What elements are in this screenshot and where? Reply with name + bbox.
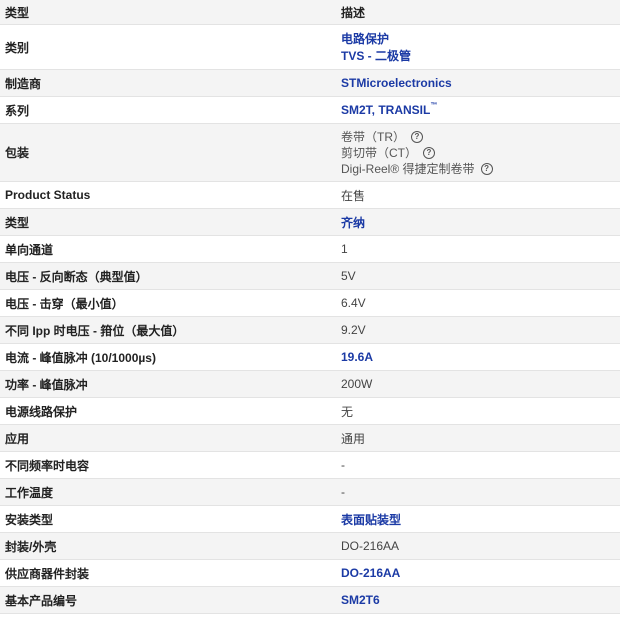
table-row: 电压 - 击穿（最小值） 6.4V — [0, 290, 620, 317]
table-row: 制造商 STMicroelectronics — [0, 69, 620, 97]
product-attributes-table: 类型 描述 类别 电路保护 TVS - 二极管 制造商 STMicroelect… — [0, 0, 620, 614]
peak-pulse-current-label: 电流 - 峰值脉冲 (10/1000µs) — [5, 350, 156, 365]
table-row: 供应商器件封装 DO-216AA — [0, 560, 620, 587]
category-link-circuit-protection[interactable]: 电路保护 — [341, 30, 620, 47]
product-status-label: Product Status — [5, 188, 91, 202]
application-label: 应用 — [5, 431, 30, 446]
operating-temp-value: - — [341, 485, 345, 499]
category-label: 类别 — [5, 40, 30, 55]
packaging-option-label: Digi-Reel® 得捷定制卷带 — [341, 162, 475, 176]
unidirectional-channels-value: 1 — [341, 242, 348, 256]
reverse-standoff-label: 电压 - 反向断态（典型值） — [5, 269, 148, 284]
table-row: 封装/外壳 DO-216AA — [0, 532, 620, 560]
capacitance-value: - — [341, 458, 345, 472]
operating-temp-label: 工作温度 — [5, 485, 54, 500]
breakdown-label: 电压 - 击穿（最小值） — [5, 296, 124, 311]
manufacturer-link[interactable]: STMicroelectronics — [341, 76, 452, 90]
supplier-package-link[interactable]: DO-216AA — [341, 566, 400, 580]
series-link[interactable]: SM2T, TRANSIL™ — [341, 102, 438, 117]
product-status-value: 在售 — [341, 188, 366, 203]
category-link-tvs-diodes[interactable]: TVS - 二极管 — [341, 47, 620, 64]
mounting-type-link[interactable]: 表面贴装型 — [341, 513, 401, 527]
peak-pulse-current-link[interactable]: 19.6A — [341, 350, 373, 364]
reverse-standoff-value: 5V — [341, 269, 356, 283]
table-row: 安装类型 表面贴装型 — [0, 506, 620, 533]
table-row: 不同频率时电容 - — [0, 452, 620, 479]
table-header-row: 类型 描述 — [0, 0, 620, 25]
packaging-option-label: 剪切带（CT） — [341, 146, 417, 160]
packaging-option-tr: 卷带（TR） ? — [341, 129, 620, 145]
breakdown-value: 6.4V — [341, 296, 366, 310]
table-row: Product Status 在售 — [0, 182, 620, 209]
package-case-value: DO-216AA — [341, 539, 400, 553]
supplier-package-label: 供应商器件封装 — [5, 566, 90, 581]
table-row: 不同 Ipp 时电压 - 箝位（最大值） 9.2V — [0, 316, 620, 344]
header-type: 类型 — [5, 5, 30, 20]
packaging-option-label: 卷带（TR） — [341, 130, 405, 144]
package-case-label: 封装/外壳 — [5, 539, 57, 554]
base-part-number-label: 基本产品编号 — [5, 593, 78, 608]
table-row: 工作温度 - — [0, 478, 620, 506]
table-row: 电压 - 反向断态（典型值） 5V — [0, 262, 620, 290]
clamping-label: 不同 Ipp 时电压 - 箝位（最大值） — [5, 323, 185, 338]
peak-pulse-power-value: 200W — [341, 377, 373, 391]
type-link[interactable]: 齐纳 — [341, 216, 365, 230]
header-description: 描述 — [341, 5, 366, 20]
clamping-value: 9.2V — [341, 323, 366, 337]
application-value: 通用 — [341, 431, 366, 446]
table-row: 功率 - 峰值脉冲 200W — [0, 370, 620, 398]
packaging-option-ct: 剪切带（CT） ? — [341, 145, 620, 161]
help-icon[interactable]: ? — [423, 146, 435, 159]
help-icon[interactable]: ? — [411, 130, 423, 143]
manufacturer-label: 制造商 — [5, 76, 42, 91]
mounting-type-label: 安装类型 — [5, 512, 54, 527]
capacitance-label: 不同频率时电容 — [5, 458, 90, 473]
table-row: 基本产品编号 SM2T6 — [0, 586, 620, 614]
table-row: 类型 齐纳 — [0, 208, 620, 236]
power-line-protection-label: 电源线路保护 — [5, 404, 78, 419]
packaging-label: 包装 — [5, 146, 30, 160]
table-row: 类别 电路保护 TVS - 二极管 — [0, 25, 620, 70]
table-row: 系列 SM2T, TRANSIL™ — [0, 97, 620, 124]
trademark-symbol: ™ — [430, 102, 438, 109]
series-label: 系列 — [5, 103, 30, 118]
table-row: 包装 卷带（TR） ? 剪切带（CT） ? Digi-Reel® 得捷定制卷带 … — [0, 123, 620, 182]
series-value: SM2T, TRANSIL — [341, 103, 431, 117]
help-icon[interactable]: ? — [480, 162, 493, 175]
table-row: 电流 - 峰值脉冲 (10/1000µs) 19.6A — [0, 344, 620, 371]
peak-pulse-power-label: 功率 - 峰值脉冲 — [5, 377, 88, 392]
type-label: 类型 — [5, 215, 30, 230]
power-line-protection-value: 无 — [341, 404, 354, 419]
table-row: 电源线路保护 无 — [0, 398, 620, 425]
unidirectional-channels-label: 单向通道 — [5, 242, 54, 257]
packaging-option-digireel: Digi-Reel® 得捷定制卷带 ? — [341, 161, 620, 177]
table-row: 应用 通用 — [0, 424, 620, 452]
base-part-number-link[interactable]: SM2T6 — [341, 593, 380, 607]
table-row: 单向通道 1 — [0, 236, 620, 263]
